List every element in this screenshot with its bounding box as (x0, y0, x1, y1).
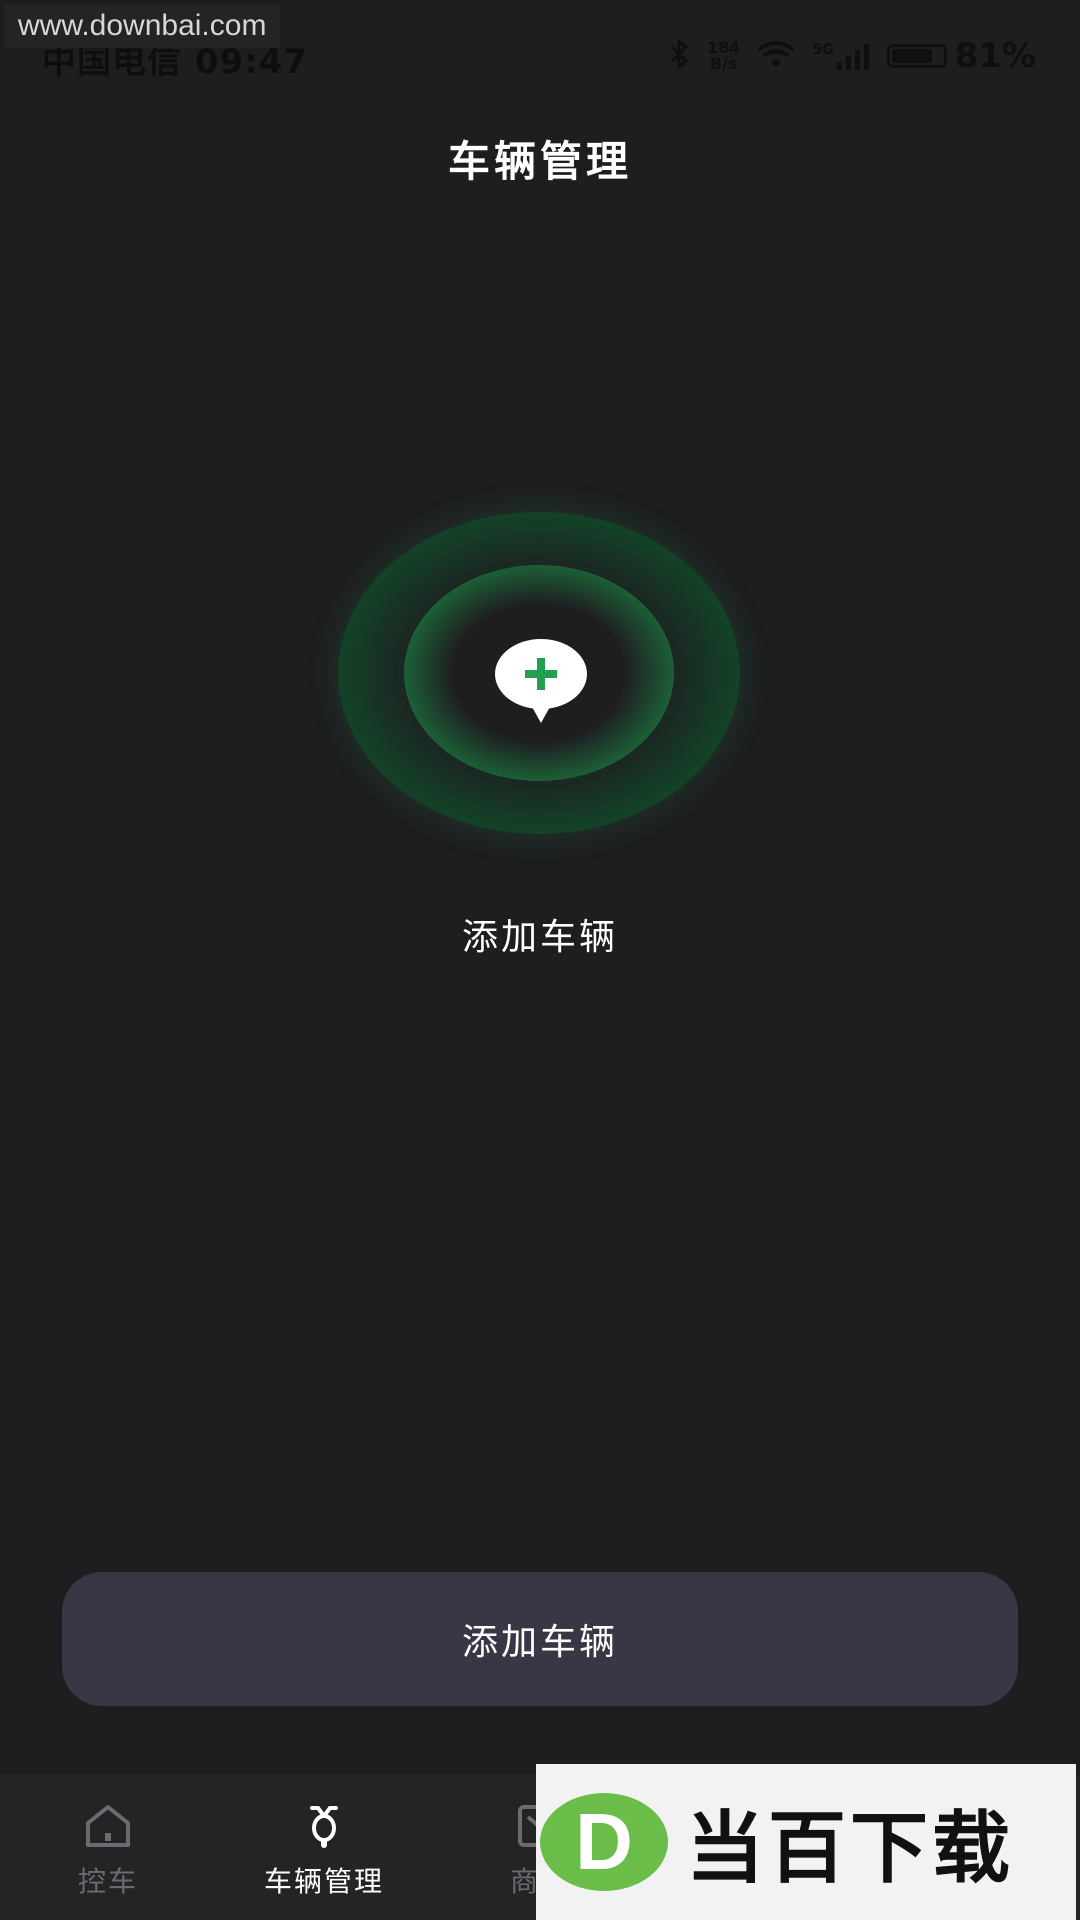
nav-item-control[interactable]: 控车 (0, 1774, 216, 1920)
battery-fill (891, 49, 933, 63)
status-icons: 184 B/s 5G 81% (669, 36, 1036, 76)
status-bar: 中国电信 09:47 www.downbai.com 184 B/s 5G 81… (0, 0, 1080, 110)
logo-letter: D (575, 1797, 633, 1886)
add-vehicle-graphic[interactable] (338, 512, 740, 834)
downbai-logo-icon: D (540, 1793, 668, 1891)
add-pin-icon[interactable] (495, 639, 587, 723)
scooter-icon (304, 1800, 344, 1852)
nav-item-label: 控车 (77, 1865, 138, 1898)
net-speed-unit: B/s (709, 54, 738, 73)
battery-percent: 81% (954, 36, 1036, 76)
bluetooth-icon (669, 37, 691, 73)
battery-icon (886, 44, 947, 68)
home-icon (82, 1800, 134, 1852)
watermark-url: www.downbai.com (4, 4, 281, 48)
add-vehicle-label[interactable]: 添加车辆 (0, 908, 1080, 960)
add-vehicle-button[interactable]: 添加车辆 (62, 1572, 1018, 1706)
network-type: 5G (812, 42, 834, 58)
nav-item-label: 车辆管理 (263, 1865, 384, 1898)
page-title: 车辆管理 (447, 137, 632, 186)
brand-text: 当百下载 (686, 1804, 1015, 1894)
signal-icon: 5G (812, 42, 870, 70)
nav-item-vehicle-management[interactable]: 车辆管理 (216, 1774, 432, 1920)
plus-icon (525, 658, 557, 690)
battery: 81% (886, 36, 1036, 76)
wifi-icon (756, 40, 796, 72)
brand-watermark: D 当百下载 (536, 1764, 1076, 1920)
net-speed: 184 B/s (707, 40, 740, 72)
